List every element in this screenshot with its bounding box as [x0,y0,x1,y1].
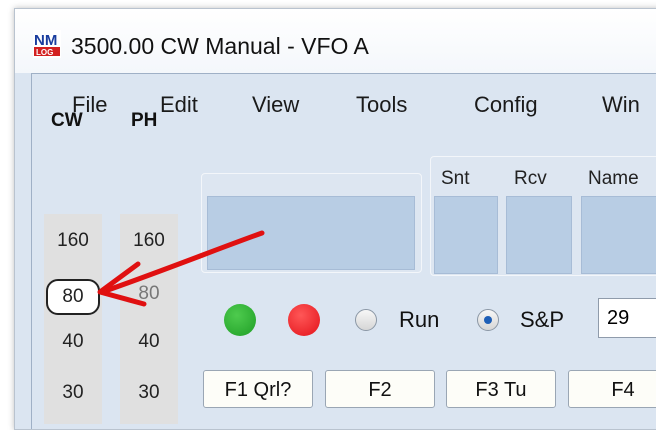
title-bar: NM LOG 3500.00 CW Manual - VFO A [15,9,656,73]
svg-text:LOG: LOG [36,48,53,57]
f3-key-button[interactable]: F3 Tu [446,370,556,408]
ph-band-160[interactable]: 160 [121,230,177,252]
menu-tools[interactable]: Tools [356,92,407,118]
f4-key-button[interactable]: F4 [568,370,656,408]
menu-config[interactable]: Config [474,92,538,118]
col-label-snt: Snt [441,168,470,189]
callsign-entry-field[interactable] [207,196,415,270]
run-radio-label[interactable]: Run [399,307,439,333]
svg-text:NM: NM [34,32,57,49]
radio-selected-dot [484,316,492,324]
name-field[interactable] [581,196,656,274]
menu-edit[interactable]: Edit [160,92,198,118]
col-label-rcv: Rcv [514,168,547,189]
cw-band-header: CW [51,110,83,131]
cw-band-80-selected[interactable]: 80 [46,279,100,315]
status-green-led [224,304,256,336]
sp-radio-selected[interactable] [477,309,499,331]
cw-band-30[interactable]: 30 [45,382,101,404]
run-radio[interactable] [355,309,377,331]
sp-radio-label[interactable]: S&P [520,307,564,333]
menu-view[interactable]: View [252,92,299,118]
ph-band-header: PH [131,110,158,131]
cw-band-40[interactable]: 40 [45,331,101,353]
ph-band-40[interactable]: 40 [121,331,177,353]
ph-band-30[interactable]: 30 [121,382,177,404]
status-red-led [288,304,320,336]
menu-bar: File Edit View Tools Config Win [32,74,656,128]
f1-key-button[interactable]: F1 Qrl? [203,370,313,408]
col-label-name: Name [588,168,639,189]
cw-band-160[interactable]: 160 [45,230,101,252]
ph-band-80[interactable]: 80 [121,283,177,305]
f2-key-button[interactable]: F2 [325,370,435,408]
snt-field[interactable] [434,196,498,274]
rcv-field[interactable] [506,196,572,274]
n1mm-logo-icon: NM LOG [33,30,61,58]
menu-window[interactable]: Win [602,92,640,118]
rst-input[interactable]: 29 [598,298,656,338]
window-title: 3500.00 CW Manual - VFO A [71,33,369,59]
